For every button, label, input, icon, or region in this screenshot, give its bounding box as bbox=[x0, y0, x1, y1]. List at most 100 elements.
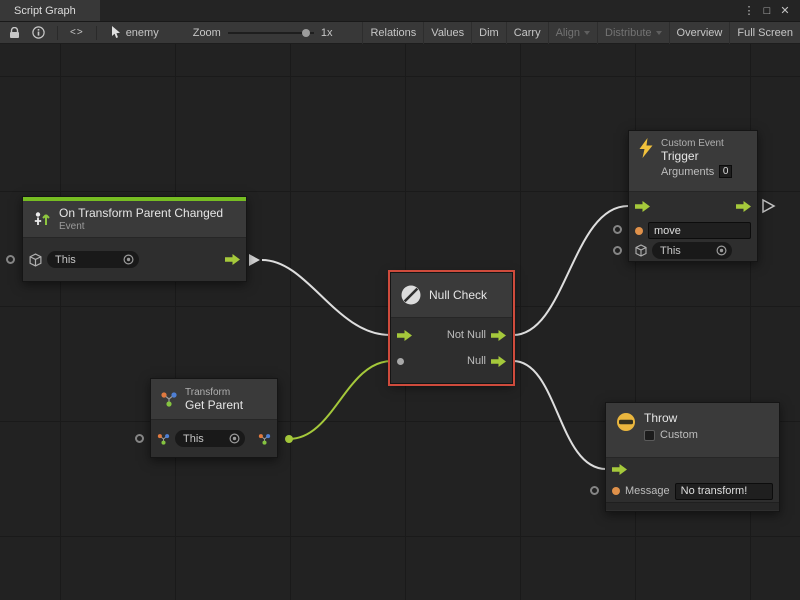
object-picker-icon[interactable] bbox=[716, 245, 727, 256]
node-category: Custom Event bbox=[661, 138, 732, 149]
info-icon[interactable] bbox=[26, 22, 51, 44]
transform-parent-changed-icon bbox=[32, 209, 52, 229]
flow-input-port[interactable] bbox=[397, 330, 412, 341]
wire-getparent-to-nullcheck[interactable] bbox=[289, 361, 392, 439]
zoom-label: Zoom bbox=[193, 27, 221, 39]
tab-script-graph[interactable]: Script Graph bbox=[0, 0, 100, 21]
this-value: This bbox=[660, 245, 681, 257]
flow-output-port[interactable] bbox=[736, 201, 751, 212]
wire-notnull-to-customevent[interactable] bbox=[513, 206, 628, 335]
this-value: This bbox=[183, 433, 204, 445]
object-picker-icon[interactable] bbox=[229, 433, 240, 444]
message-value-port[interactable] bbox=[590, 486, 599, 495]
exception-icon bbox=[615, 411, 637, 433]
string-input-port[interactable] bbox=[612, 487, 620, 495]
node-throw[interactable]: Throw Custom Message No transform! bbox=[605, 402, 780, 512]
node-title: Throw bbox=[644, 411, 698, 425]
null-output-port[interactable] bbox=[491, 356, 506, 367]
toolbar-button-label: Align bbox=[556, 27, 580, 39]
cube-icon bbox=[29, 253, 42, 267]
custom-checkbox[interactable] bbox=[644, 430, 655, 441]
node-footer bbox=[606, 502, 779, 510]
transform-output-port[interactable] bbox=[258, 433, 271, 445]
node-subtitle: Event bbox=[59, 221, 223, 232]
chevron-down-icon bbox=[656, 31, 662, 35]
this-value-port[interactable] bbox=[613, 246, 622, 255]
close-icon[interactable]: ✕ bbox=[776, 4, 794, 17]
flow-input-port[interactable] bbox=[612, 464, 627, 475]
toolbar-separator bbox=[57, 26, 58, 40]
not-null-output-port[interactable] bbox=[491, 330, 506, 341]
this-object-field[interactable]: This bbox=[175, 430, 245, 447]
flow-output-port[interactable] bbox=[225, 254, 240, 265]
node-header: Transform Get Parent bbox=[151, 379, 277, 420]
zoom-slider[interactable] bbox=[228, 28, 314, 38]
toolbar-button-fullscreen[interactable]: Full Screen bbox=[729, 22, 800, 44]
custom-label: Custom bbox=[660, 429, 698, 441]
graph-breadcrumb[interactable]: enemy bbox=[103, 26, 167, 39]
node-null-check[interactable]: Null Check Not Null Null bbox=[390, 272, 513, 384]
this-value-port[interactable] bbox=[6, 255, 15, 264]
toolbar-button-carry[interactable]: Carry bbox=[506, 22, 548, 44]
zoom-group: Zoom 1x bbox=[193, 27, 333, 39]
cube-icon bbox=[635, 244, 647, 257]
object-picker-icon[interactable] bbox=[123, 254, 134, 265]
node-row bbox=[629, 192, 757, 220]
toolbar-button-label: Distribute bbox=[605, 27, 651, 39]
event-name-value-port[interactable] bbox=[613, 225, 622, 234]
zoom-slider-handle[interactable] bbox=[302, 29, 310, 37]
flow-continuation-arrow bbox=[763, 200, 774, 212]
code-icon[interactable]: <> bbox=[64, 22, 90, 44]
transform-input-port[interactable] bbox=[157, 433, 170, 445]
graph-name: enemy bbox=[126, 27, 159, 39]
string-input-port[interactable] bbox=[635, 227, 643, 235]
this-value-port[interactable] bbox=[135, 434, 144, 443]
node-title: Null Check bbox=[429, 288, 487, 302]
lock-icon[interactable] bbox=[3, 22, 26, 44]
node-row: Message No transform! bbox=[606, 480, 779, 502]
zoom-slider-track[interactable] bbox=[228, 32, 314, 34]
node-row: move bbox=[629, 220, 757, 241]
toolbar-button-distribute: Distribute bbox=[597, 22, 668, 44]
this-object-field[interactable]: This bbox=[47, 251, 139, 268]
wire-null-to-throw[interactable] bbox=[513, 361, 606, 469]
toolbar-button-align: Align bbox=[548, 22, 597, 44]
menu-icon[interactable]: ⋮ bbox=[740, 4, 758, 17]
message-field[interactable]: No transform! bbox=[675, 483, 773, 500]
value-input-port[interactable] bbox=[397, 358, 404, 365]
tab-label: Script Graph bbox=[14, 5, 76, 17]
graph-toolbar: <> enemy Zoom 1x Relations Values Dim Ca… bbox=[0, 22, 800, 44]
node-body: Not Null Null bbox=[391, 318, 512, 384]
cursor-icon bbox=[111, 26, 121, 39]
zoom-value: 1x bbox=[321, 27, 333, 39]
node-on-transform-parent-changed[interactable]: On Transform Parent Changed Event This bbox=[22, 196, 247, 282]
node-header: Custom Event Trigger Arguments 0 bbox=[629, 131, 757, 192]
toolbar-button-values[interactable]: Values bbox=[423, 22, 471, 44]
arguments-label: Arguments bbox=[661, 166, 714, 178]
node-category: Transform bbox=[185, 387, 243, 398]
toolbar-separator bbox=[96, 26, 97, 40]
arguments-count-field[interactable]: 0 bbox=[719, 165, 732, 178]
wire-event-to-nullcheck[interactable] bbox=[262, 260, 390, 335]
node-header: On Transform Parent Changed Event bbox=[23, 201, 246, 238]
not-null-label: Not Null bbox=[447, 329, 486, 341]
lightning-icon bbox=[638, 138, 654, 158]
maximize-icon[interactable]: □ bbox=[758, 5, 776, 17]
node-trigger-custom-event[interactable]: Custom Event Trigger Arguments 0 move bbox=[628, 130, 758, 262]
toolbar-button-relations[interactable]: Relations bbox=[362, 22, 423, 44]
flow-input-port[interactable] bbox=[635, 201, 650, 212]
event-name-field[interactable]: move bbox=[648, 222, 751, 239]
this-object-field[interactable]: This bbox=[652, 242, 732, 259]
node-title: Get Parent bbox=[185, 398, 243, 412]
graph-canvas[interactable]: On Transform Parent Changed Event This bbox=[0, 44, 800, 600]
null-label: Null bbox=[467, 355, 486, 367]
message-label: Message bbox=[625, 485, 670, 497]
node-get-parent[interactable]: Transform Get Parent This bbox=[150, 378, 278, 458]
node-row: Not Null bbox=[391, 322, 512, 348]
toolbar-button-dim[interactable]: Dim bbox=[471, 22, 506, 44]
window-tabbar: Script Graph ⋮ □ ✕ bbox=[0, 0, 800, 22]
window-controls: ⋮ □ ✕ bbox=[740, 0, 800, 21]
wire-start-arrow bbox=[249, 254, 260, 266]
toolbar-button-overview[interactable]: Overview bbox=[669, 22, 730, 44]
toolbar-buttons: Relations Values Dim Carry Align Distrib… bbox=[362, 22, 800, 44]
